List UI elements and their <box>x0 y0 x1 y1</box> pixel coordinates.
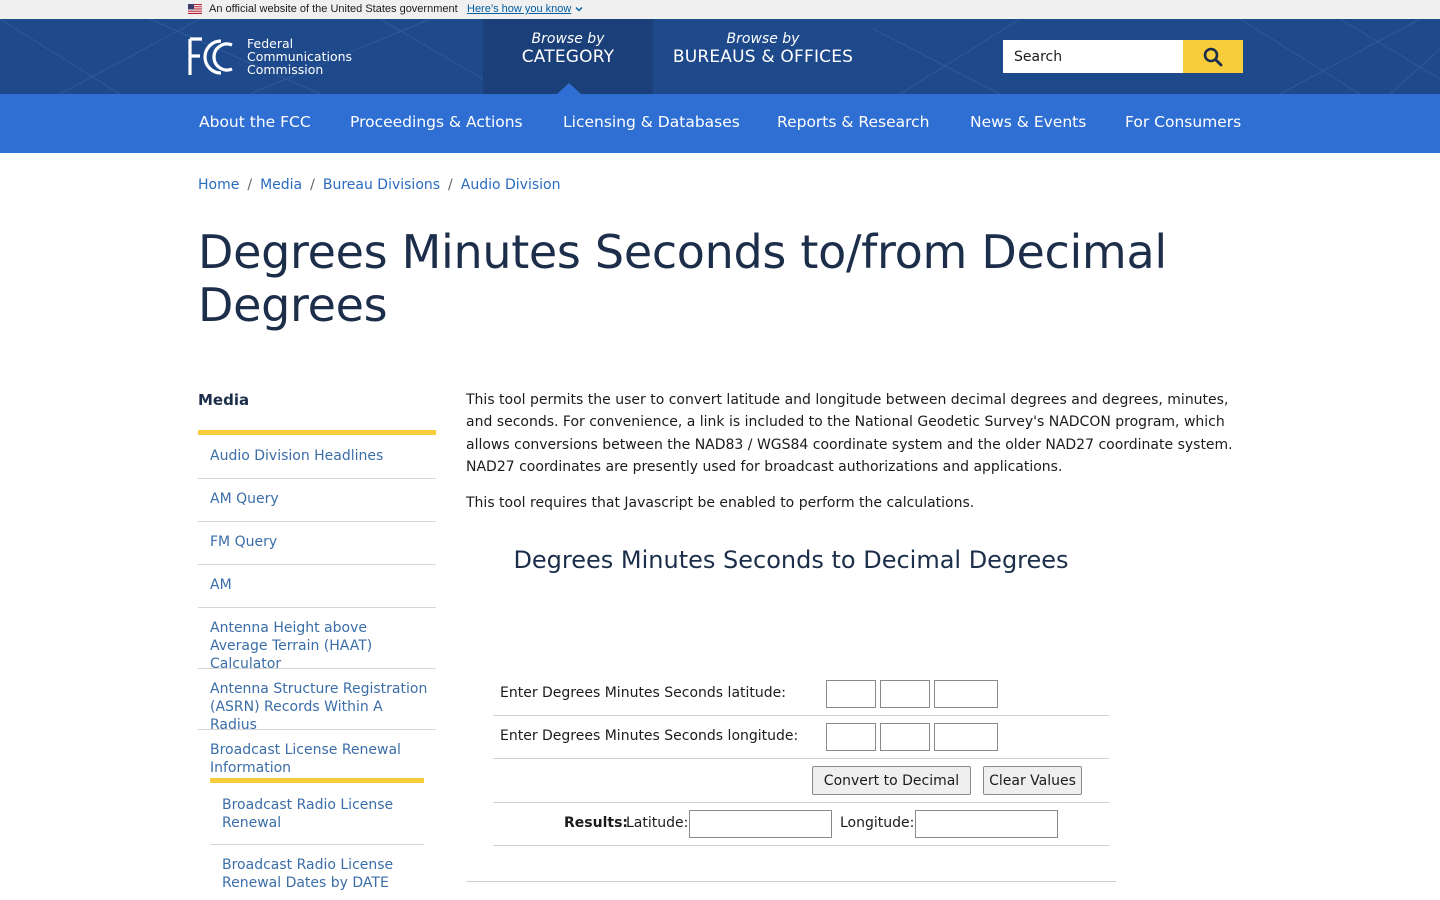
latitude-minutes-input[interactable] <box>880 680 930 708</box>
nav-licensing-databases[interactable]: Licensing & Databases <box>563 113 740 131</box>
sidebar-item-label: AM <box>210 577 232 593</box>
fcc-logo-text: Federal Communications Commission <box>247 37 352 76</box>
breadcrumb-bureau-divisions[interactable]: Bureau Divisions <box>323 177 440 193</box>
gov-banner: An official website of the United States… <box>0 0 1440 19</box>
fcc-logo[interactable]: Federal Communications Commission <box>188 37 368 79</box>
search-input[interactable] <box>1003 40 1183 73</box>
browse-by-bureaus[interactable]: Browse by BUREAUS & OFFICES <box>653 19 873 94</box>
latitude-seconds-input[interactable] <box>934 680 998 708</box>
longitude-degrees-input[interactable] <box>826 723 876 751</box>
breadcrumb-separator: / <box>247 177 253 193</box>
sidebar-item-am[interactable]: AM <box>198 565 436 608</box>
sidebar-item-fm-query[interactable]: FM Query <box>198 522 436 565</box>
browse-category-big: CATEGORY <box>521 47 615 67</box>
fcc-logo-mark <box>188 37 233 75</box>
latitude-result-field[interactable] <box>689 810 832 838</box>
heres-how-you-know-link[interactable]: Here’s how you know <box>467 3 571 15</box>
sidebar-subitem-renewal-dates[interactable]: Broadcast Radio License Renewal Dates by… <box>210 845 424 900</box>
chevron-down-icon[interactable] <box>574 4 584 14</box>
nav-about-the-fcc[interactable]: About the FCC <box>199 113 311 131</box>
results-label: Results: <box>564 815 628 831</box>
sidebar-item-asrn-records[interactable]: Antenna Structure Registration (ASRN) Re… <box>198 669 436 733</box>
nav-reports-research[interactable]: Reports & Research <box>777 113 930 131</box>
tool-title: Degrees Minutes Seconds to Decimal Degre… <box>513 546 1069 574</box>
sidebar-item-label: Audio Division Headlines <box>210 448 384 464</box>
clear-values-button[interactable]: Clear Values <box>983 766 1082 795</box>
longitude-dms-label: Enter Degrees Minutes Seconds longitude: <box>500 728 799 744</box>
browse-bureaus-small: Browse by <box>726 31 800 47</box>
sidebar-item-label: AM Query <box>210 491 279 507</box>
sidebar-item-am-query[interactable]: AM Query <box>198 479 436 522</box>
us-flag-icon <box>188 4 202 14</box>
search-icon <box>1203 47 1223 67</box>
breadcrumb-separator: / <box>310 177 315 193</box>
breadcrumb-media[interactable]: Media <box>260 177 302 193</box>
sidebar-subitem-radio-license-renewal[interactable]: Broadcast Radio License Renewal <box>210 783 424 845</box>
main-nav: About the FCC Proceedings & Actions Lice… <box>0 94 1440 153</box>
breadcrumb-audio-division[interactable]: Audio Division <box>461 177 561 193</box>
javascript-note: This tool requires that Javascript be en… <box>466 495 975 511</box>
nav-news-events[interactable]: News & Events <box>970 113 1086 131</box>
breadcrumb: Home / Media / Bureau Divisions / Audio Divisi… <box>198 177 560 193</box>
sidebar-item-haat-calculator[interactable]: Antenna Height above Average Terrain (HA… <box>198 608 436 672</box>
sidebar-item-label: Antenna Height above Average Terrain (HA… <box>210 620 373 672</box>
search-button[interactable] <box>1183 40 1243 73</box>
site-header: Federal Communications Commission Browse… <box>0 19 1440 94</box>
browse-bureaus-big: BUREAUS & OFFICES <box>672 47 854 67</box>
longitude-minutes-input[interactable] <box>880 723 930 751</box>
sidebar-item-broadcast-license-renewal[interactable]: Broadcast License Renewal Information <box>198 730 436 778</box>
latitude-dms-label: Enter Degrees Minutes Seconds latitude: <box>500 685 786 701</box>
sidebar-subitem-label: Broadcast Radio License Renewal <box>222 797 394 831</box>
browse-category-small: Browse by <box>531 31 605 47</box>
sidebar-subitem-label: Broadcast Radio License Renewal Dates by… <box>222 857 394 891</box>
logo-line-3: Commission <box>247 62 324 77</box>
nav-proceedings-actions[interactable]: Proceedings & Actions <box>350 113 523 131</box>
breadcrumb-separator: / <box>448 177 453 193</box>
latitude-degrees-input[interactable] <box>826 680 876 708</box>
active-browse-caret <box>557 83 581 94</box>
convert-to-decimal-button[interactable]: Convert to Decimal <box>812 766 971 795</box>
sidebar-title: Media <box>198 391 250 409</box>
table-row-divider <box>493 845 1109 846</box>
sidebar-item-label: Broadcast License Renewal Information <box>210 742 401 776</box>
intro-paragraph: This tool permits the user to convert la… <box>466 392 1233 475</box>
gov-banner-text: An official website of the United States… <box>209 3 458 15</box>
section-divider <box>466 881 1116 882</box>
longitude-result-label: Longitude: <box>840 815 915 831</box>
longitude-result-field[interactable] <box>915 810 1058 838</box>
table-row-divider <box>493 715 1109 716</box>
nav-for-consumers[interactable]: For Consumers <box>1125 113 1241 131</box>
sidebar-item-label: Antenna Structure Registration (ASRN) Re… <box>210 681 428 733</box>
breadcrumb-home[interactable]: Home <box>198 177 239 193</box>
longitude-seconds-input[interactable] <box>934 723 998 751</box>
sidebar-item-label: FM Query <box>210 534 278 550</box>
sidebar-item-audio-division-headlines[interactable]: Audio Division Headlines <box>198 435 436 479</box>
table-row-divider <box>493 758 1109 759</box>
latitude-result-label: Latitude: <box>626 815 689 831</box>
table-row-divider <box>493 802 1109 803</box>
page-title: Degrees Minutes Seconds to/from Decimal … <box>198 225 1167 332</box>
